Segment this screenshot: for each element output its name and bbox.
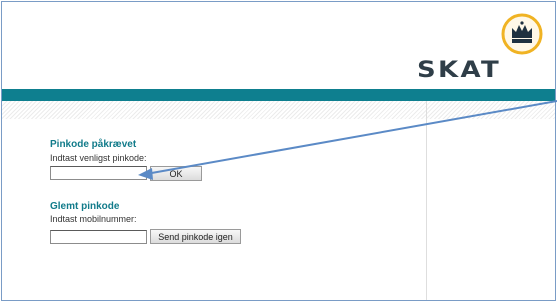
site-header: SKAT bbox=[2, 2, 555, 90]
pin-instruction-label: Indtast venligst pinkode: bbox=[50, 153, 147, 163]
pin-required-heading: Pinkode påkrævet bbox=[50, 139, 137, 150]
page-frame: SKAT Pinkode påkrævet Indtast venligst p… bbox=[1, 1, 556, 301]
pin-input[interactable] bbox=[50, 166, 147, 180]
mobile-instruction-label: Indtast mobilnummer: bbox=[50, 214, 137, 224]
ok-button[interactable]: OK bbox=[150, 166, 202, 181]
resend-pin-button[interactable]: Send pinkode igen bbox=[150, 229, 241, 244]
brand-wordmark: SKAT bbox=[417, 58, 502, 83]
striped-band bbox=[2, 101, 555, 119]
crown-icon bbox=[501, 13, 543, 55]
forgot-pin-heading: Glemt pinkode bbox=[50, 201, 120, 212]
column-divider bbox=[426, 101, 427, 300]
mobile-number-input[interactable] bbox=[50, 230, 147, 244]
header-accent-bar bbox=[2, 89, 555, 101]
